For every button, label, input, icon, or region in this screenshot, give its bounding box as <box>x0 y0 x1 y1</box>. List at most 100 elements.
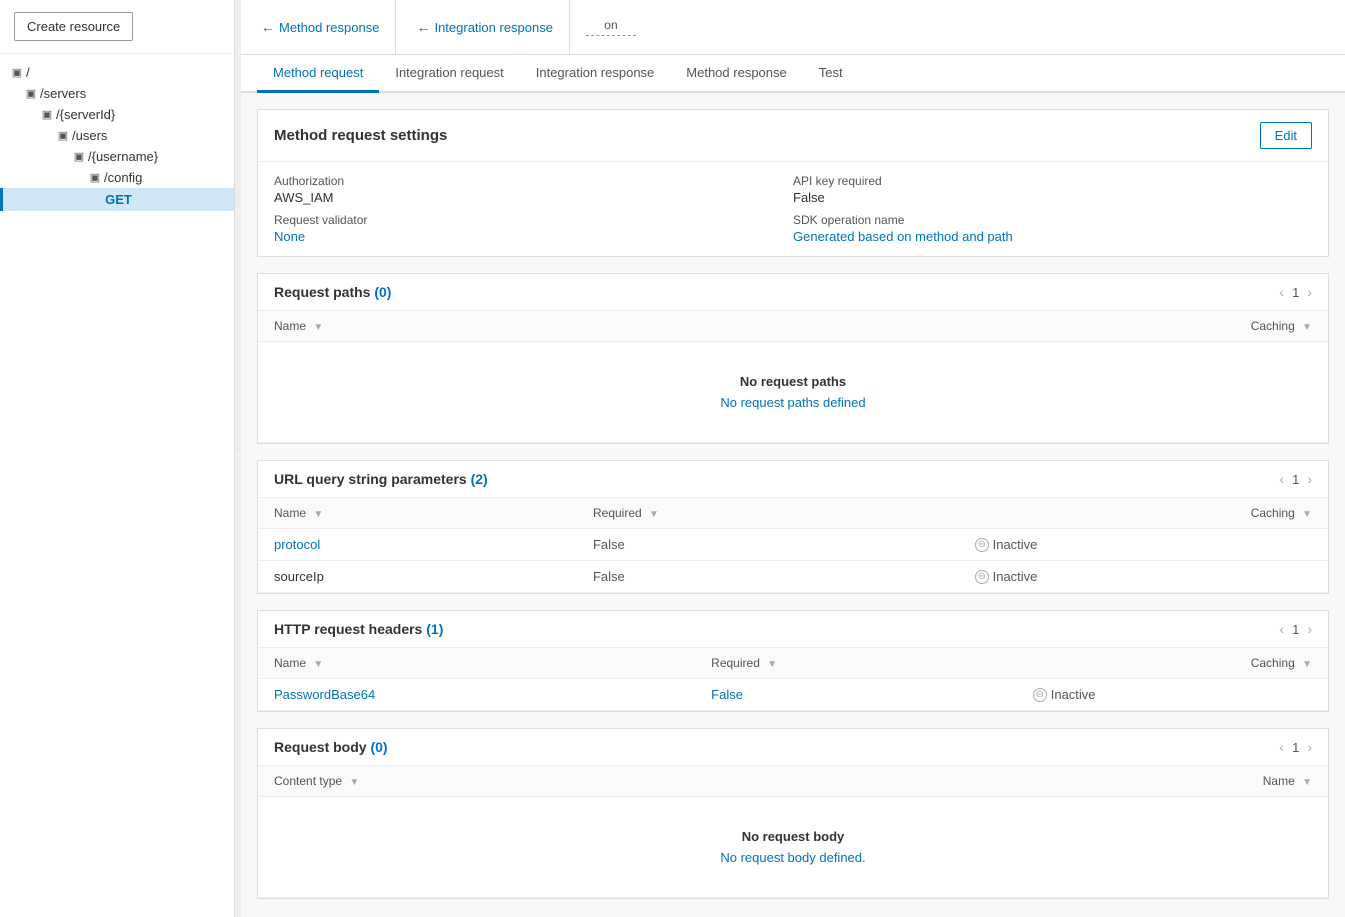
http-required-sort: ▼ <box>767 659 777 670</box>
url-query-count: (2) <box>471 471 488 487</box>
tab-test[interactable]: Test <box>803 55 859 93</box>
get-method-label: GET <box>105 192 132 207</box>
tree-toggle-username[interactable]: ▣ <box>72 150 86 163</box>
request-body-page: 1 <box>1292 740 1299 755</box>
table-row: PasswordBase64 False ⊖ Inactive <box>258 679 1328 711</box>
banner-integration-response-label[interactable]: Integration response <box>434 20 553 35</box>
banner-arrow-method-response[interactable]: ← <box>261 19 275 35</box>
tree-toggle-config[interactable]: ▣ <box>88 171 102 184</box>
settings-edit-button[interactable]: Edit <box>1260 122 1312 149</box>
tree-label-username: /{username} <box>88 149 158 164</box>
http-headers-pagination: ‹ 1 › <box>1279 621 1312 637</box>
request-paths-table: Name ▼ Caching ▼ <box>258 311 1328 443</box>
inactive-icon-2: ⊖ <box>975 570 989 584</box>
tree-toggle-servers[interactable]: ▣ <box>24 87 38 100</box>
url-query-next[interactable]: › <box>1307 471 1312 487</box>
request-paths-empty-desc: No request paths defined <box>290 395 1296 410</box>
url-query-prev[interactable]: ‹ <box>1279 471 1284 487</box>
tree-toggle-serverid[interactable]: ▣ <box>40 108 54 121</box>
tree-item-serverid[interactable]: ▣ /{serverId} <box>0 104 234 125</box>
tree-item-root[interactable]: ▣ / <box>0 62 234 83</box>
authorization-label: Authorization <box>274 174 793 188</box>
http-headers-row1-caching-label: Inactive <box>1051 687 1096 702</box>
body-name-sort: ▼ <box>1302 777 1312 788</box>
request-body-empty-row: No request body No request body defined. <box>258 797 1328 898</box>
url-query-row2-name[interactable]: sourceIp <box>274 569 324 584</box>
authorization-item: Authorization AWS_IAM <box>274 174 793 205</box>
main-content: ← Method response ← Integration response… <box>241 0 1345 917</box>
tree-label-config: /config <box>104 170 142 185</box>
request-paths-name-col[interactable]: Name ▼ <box>258 311 756 342</box>
caching-sort-icon: ▼ <box>1302 322 1312 333</box>
table-row: sourceIp False ⊖ Inactive <box>258 561 1328 593</box>
request-validator-value: None <box>274 229 793 244</box>
http-name-sort: ▼ <box>313 659 323 670</box>
url-query-name-sort: ▼ <box>313 509 323 520</box>
create-resource-button[interactable]: Create resource <box>14 12 133 41</box>
request-body-content-type-col[interactable]: Content type ▼ <box>258 766 890 797</box>
http-caching-sort: ▼ <box>1302 659 1312 670</box>
http-headers-required-col[interactable]: Required ▼ <box>695 648 1017 679</box>
http-headers-row1-required: False <box>711 687 743 702</box>
request-body-prev[interactable]: ‹ <box>1279 739 1284 755</box>
tree-item-servers[interactable]: ▣ /servers <box>0 83 234 104</box>
inactive-icon-1: ⊖ <box>975 538 989 552</box>
url-query-page: 1 <box>1292 472 1299 487</box>
request-paths-title: Request paths (0) <box>274 284 391 300</box>
url-query-required-col[interactable]: Required ▼ <box>577 498 959 529</box>
sdk-operation-value: Generated based on method and path <box>793 229 1312 244</box>
http-headers-row1-caching: ⊖ Inactive <box>1033 687 1312 702</box>
request-paths-prev[interactable]: ‹ <box>1279 284 1284 300</box>
api-key-value: False <box>793 190 1312 205</box>
tree-toggle-root[interactable]: ▣ <box>10 66 24 79</box>
tab-integration-response[interactable]: Integration response <box>520 55 671 93</box>
method-request-settings-card: Method request settings Edit Authorizati… <box>257 109 1329 257</box>
request-body-section: Request body (0) ‹ 1 › Content type ▼ <box>257 728 1329 899</box>
request-body-count: (0) <box>370 739 387 755</box>
tree-label-root: / <box>26 65 30 80</box>
request-paths-section: Request paths (0) ‹ 1 › Name ▼ <box>257 273 1329 444</box>
api-key-label: API key required <box>793 174 1312 188</box>
request-paths-next[interactable]: › <box>1307 284 1312 300</box>
tree-item-get[interactable]: GET <box>0 188 234 211</box>
tree-toggle-users[interactable]: ▣ <box>56 129 70 142</box>
http-headers-next[interactable]: › <box>1307 621 1312 637</box>
http-headers-count: (1) <box>426 621 443 637</box>
http-headers-caching-col[interactable]: Caching ▼ <box>1017 648 1328 679</box>
request-paths-caching-col[interactable]: Caching ▼ <box>756 311 1328 342</box>
url-query-row1-name[interactable]: protocol <box>274 537 320 552</box>
request-body-next[interactable]: › <box>1307 739 1312 755</box>
tabs-bar: Method request Integration request Integ… <box>241 55 1345 93</box>
request-paths-pagination: ‹ 1 › <box>1279 284 1312 300</box>
url-query-row2-caching: ⊖ Inactive <box>975 569 1312 584</box>
url-query-table: Name ▼ Required ▼ Caching ▼ <box>258 498 1328 593</box>
http-headers-prev[interactable]: ‹ <box>1279 621 1284 637</box>
tab-method-response[interactable]: Method response <box>670 55 802 93</box>
sidebar: Create resource ▣ / ▣ /servers ▣ /{serve… <box>0 0 235 917</box>
tree-item-config[interactable]: ▣ /config <box>0 167 234 188</box>
http-headers-name-col[interactable]: Name ▼ <box>258 648 695 679</box>
settings-card-title: Method request settings <box>274 127 447 144</box>
request-body-empty-title: No request body <box>290 829 1296 844</box>
url-query-caching-col[interactable]: Caching ▼ <box>959 498 1328 529</box>
settings-card-header: Method request settings Edit <box>258 110 1328 162</box>
http-headers-page: 1 <box>1292 622 1299 637</box>
http-headers-row1-name[interactable]: PasswordBase64 <box>274 687 375 702</box>
tree-item-username[interactable]: ▣ /{username} <box>0 146 234 167</box>
url-query-pagination: ‹ 1 › <box>1279 471 1312 487</box>
banner-arrow-integration-response[interactable]: ← <box>416 19 430 35</box>
request-body-empty-state: No request body No request body defined. <box>274 805 1312 889</box>
tree-label-users: /users <box>72 128 107 143</box>
banner-method-response-nav: ← Method response <box>257 19 379 35</box>
url-query-name-col[interactable]: Name ▼ <box>258 498 577 529</box>
tab-method-request[interactable]: Method request <box>257 55 379 93</box>
tree-item-users[interactable]: ▣ /users <box>0 125 234 146</box>
url-query-caching-sort: ▼ <box>1302 509 1312 520</box>
http-headers-header: HTTP request headers (1) ‹ 1 › <box>258 611 1328 648</box>
http-headers-title: HTTP request headers (1) <box>274 621 443 637</box>
request-paths-empty-state: No request paths No request paths define… <box>274 350 1312 434</box>
content-type-sort: ▼ <box>349 777 359 788</box>
request-body-name-col[interactable]: Name ▼ <box>890 766 1328 797</box>
banner-method-response-label[interactable]: Method response <box>279 20 379 35</box>
tab-integration-request[interactable]: Integration request <box>379 55 519 93</box>
